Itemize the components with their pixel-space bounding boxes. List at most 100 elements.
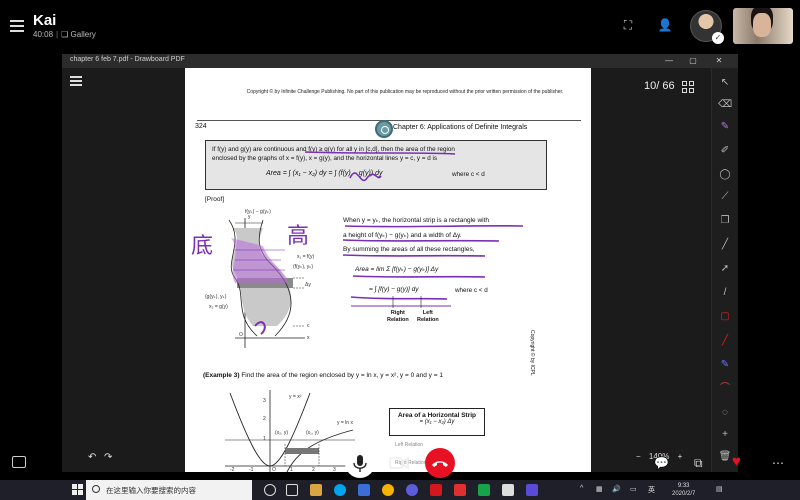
- redo-icon[interactable]: ↷: [104, 452, 112, 463]
- strip-area-title: Area of a Horizontal Strip: [397, 412, 476, 419]
- pen-tool-icon[interactable]: ✎: [718, 120, 732, 134]
- highlighter-tool-icon[interactable]: ✐: [718, 144, 732, 158]
- app-icon-2[interactable]: [454, 484, 466, 496]
- app-icon-4[interactable]: [526, 484, 538, 496]
- more-options-icon[interactable]: ⋯: [772, 456, 784, 470]
- graph-label-x2point: (x₂, y): [275, 430, 289, 436]
- acrobat-icon[interactable]: [430, 484, 442, 496]
- example-graph: [225, 390, 355, 472]
- blue-pen-tool-icon[interactable]: ✎: [718, 358, 732, 372]
- thumbnail-grid-icon[interactable]: [682, 81, 694, 93]
- faint-left-relation: Left Relation: [395, 442, 424, 448]
- share-screen-icon[interactable]: ⧉: [694, 456, 703, 471]
- ime-indicator[interactable]: 英: [648, 485, 655, 495]
- menu-icon[interactable]: [10, 20, 24, 32]
- taskbar-clock[interactable]: 9:33 2020/2/7: [672, 482, 695, 498]
- file-explorer-icon[interactable]: [310, 484, 322, 496]
- arrow-tool-icon[interactable]: ➚: [718, 262, 732, 276]
- call-header: Kai 40:08 | ❏ Gallery ⛶ 👤 ✓: [0, 0, 800, 52]
- pointer-tool-icon[interactable]: ↖: [718, 76, 732, 90]
- avatar[interactable]: ✓: [690, 10, 724, 44]
- close-icon[interactable]: ✕: [712, 55, 726, 67]
- graph-tick-x1: 1: [290, 467, 293, 472]
- tray-chevron-icon[interactable]: ^: [580, 485, 583, 492]
- wechat-icon[interactable]: [478, 484, 490, 496]
- red-pen-tool-icon[interactable]: ╱: [718, 334, 732, 348]
- maximize-icon[interactable]: ▢: [686, 55, 700, 67]
- notification-icon[interactable]: ▤: [716, 485, 723, 493]
- page-indicator: 10/ 66: [644, 80, 675, 92]
- caller-name: Kai: [33, 12, 57, 29]
- drawboard-icon[interactable]: [406, 484, 418, 496]
- graph-tick-x2: 2: [312, 467, 315, 472]
- search-placeholder: 在这里输入你要搜索的内容: [106, 486, 196, 495]
- chrome-icon[interactable]: [382, 484, 394, 496]
- skype-taskbar-icon[interactable]: [334, 484, 346, 496]
- add-participant-icon[interactable]: 👤: [657, 17, 673, 33]
- eraser-tool-icon[interactable]: ⌫: [718, 98, 732, 112]
- microphone-icon: [353, 455, 367, 472]
- graph-tick-y3: 3: [263, 398, 266, 404]
- zoom-in-button[interactable]: +: [678, 452, 683, 461]
- app-icon-3[interactable]: [502, 484, 514, 496]
- rectangle-tool-icon[interactable]: ▢: [718, 310, 732, 324]
- task-view-icon[interactable]: [286, 484, 298, 496]
- shared-screen-window: chapter 6 feb 7.pdf - Drawboard PDF — ▢ …: [62, 54, 738, 472]
- call-info: 40:08 | ❏ Gallery: [33, 30, 96, 39]
- trash-tool-icon[interactable]: 🗑: [718, 450, 732, 464]
- chat-icon[interactable]: 💬: [654, 456, 669, 470]
- lasso-select-icon[interactable]: ⌒: [718, 382, 732, 396]
- app-icon-1[interactable]: [358, 484, 370, 496]
- comment-tool-icon[interactable]: ◌: [718, 406, 732, 420]
- minimize-icon[interactable]: —: [662, 55, 676, 67]
- hang-up-button[interactable]: [425, 448, 455, 478]
- volume-icon[interactable]: 🔊: [612, 485, 621, 493]
- window-titlebar: chapter 6 feb 7.pdf - Drawboard PDF — ▢ …: [62, 54, 738, 68]
- lasso-tool-icon[interactable]: ◯: [718, 168, 732, 182]
- draw-line-tool-icon[interactable]: /: [718, 286, 732, 300]
- app-menu-icon[interactable]: [70, 76, 82, 86]
- heart-reaction-icon[interactable]: ♥: [732, 453, 741, 470]
- skype-call-screen: Kai 40:08 | ❏ Gallery ⛶ 👤 ✓ chapter 6 feb …: [0, 0, 800, 500]
- line-tool-icon[interactable]: ╱: [718, 238, 732, 252]
- microphone-button[interactable]: [345, 448, 375, 478]
- windows-start-icon[interactable]: [72, 484, 84, 496]
- clock-date: 2020/2/7: [672, 491, 696, 497]
- person-icon: [753, 13, 771, 37]
- call-duration: 40:08: [33, 30, 54, 39]
- pdf-page[interactable]: Copyright © by Infinite Challenge Publis…: [185, 68, 591, 472]
- undo-icon[interactable]: ↶: [88, 452, 96, 463]
- graph-label-x1point: (x₁, y): [306, 430, 319, 436]
- graph-tick-y2: 2: [263, 416, 266, 422]
- ruler-tool-icon[interactable]: ⟋: [718, 190, 732, 204]
- network-icon[interactable]: ▦: [596, 485, 603, 493]
- copy-tool-icon[interactable]: ❐: [718, 214, 732, 228]
- graph-label-origin: O: [272, 467, 276, 472]
- taskbar-search[interactable]: 在这里输入你要搜索的内容: [86, 480, 252, 500]
- graph-tick-xneg2: -2: [230, 467, 235, 472]
- windows-taskbar: 在这里输入你要搜索的内容 ^ ▦ 🔊 ▭ 英 9:33 2020/2/7 ▤: [0, 480, 800, 500]
- screenshot-icon[interactable]: [12, 456, 26, 468]
- graph-label-yx2: y = x²: [289, 394, 302, 400]
- graph-tick-x3: 3: [333, 467, 336, 472]
- strip-area-box: Area of a Horizontal Strip = (x₁ − x₂) Δ…: [389, 408, 485, 436]
- fullscreen-icon[interactable]: ⛶: [620, 17, 636, 33]
- window-title: chapter 6 feb 7.pdf - Drawboard PDF: [70, 56, 185, 63]
- gallery-icon[interactable]: ❏: [61, 30, 68, 39]
- camera-icon: [389, 456, 409, 470]
- phone-icon: [432, 461, 448, 467]
- graph-tick-y1: 1: [263, 436, 266, 442]
- camera-button[interactable]: [386, 450, 412, 476]
- strip-area-formula: = (x₁ − x₂) Δy: [419, 419, 455, 425]
- add-tool-icon[interactable]: +: [718, 428, 732, 442]
- clock-time: 9:33: [677, 483, 690, 489]
- status-icon: ✓: [712, 32, 724, 44]
- battery-icon[interactable]: ▭: [630, 485, 637, 493]
- graph-label-ylnx: y = ln x: [337, 420, 353, 426]
- call-info-separator: |: [56, 30, 59, 39]
- remote-video-thumbnail[interactable]: [733, 8, 793, 44]
- search-icon: [92, 485, 100, 493]
- zoom-out-button[interactable]: −: [636, 452, 641, 461]
- cortana-icon[interactable]: [264, 484, 276, 496]
- gallery-label[interactable]: Gallery: [71, 30, 96, 39]
